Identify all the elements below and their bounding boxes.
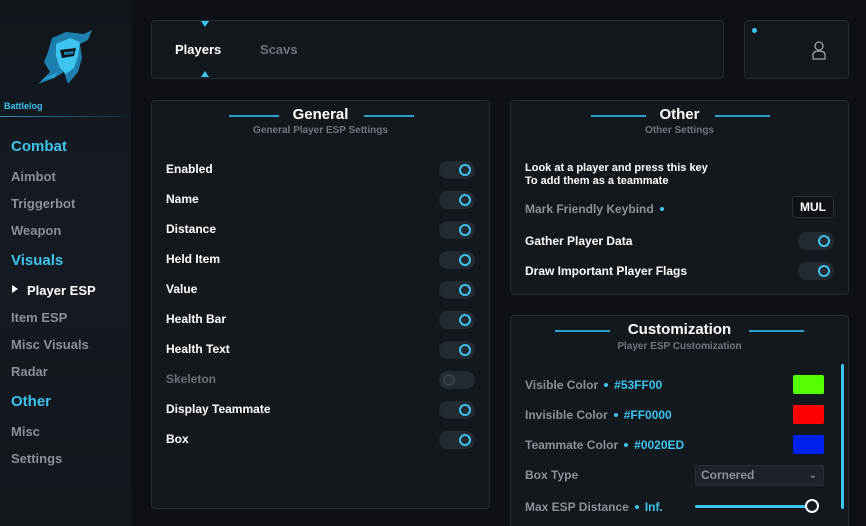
nav-item-player-esp[interactable]: Player ESP (27, 283, 96, 298)
invisible-color-row: Invisible Color #FF0000 (525, 408, 672, 422)
chevron-down-icon: ⌄ (808, 470, 817, 481)
teammate-color-label: Teammate Color (525, 438, 619, 452)
dot-icon (659, 206, 664, 211)
held-item-label: Held Item (166, 252, 221, 266)
general-title: General (292, 106, 349, 123)
draw-flags-toggle[interactable] (798, 262, 834, 280)
nav-item-weapon[interactable]: Weapon (11, 223, 61, 238)
teammate-color-swatch[interactable] (793, 435, 824, 454)
tab-players[interactable]: Players (175, 42, 221, 57)
skeleton-label: Skeleton (166, 372, 217, 386)
brand-label: Battlelog (4, 101, 43, 111)
teammate-color-row: Teammate Color #0020ED (525, 438, 684, 452)
enabled-toggle[interactable] (439, 161, 475, 179)
box-toggle[interactable] (439, 431, 475, 449)
invisible-color-label: Invisible Color (525, 408, 608, 422)
general-panel: General General Player ESP Settings Enab… (151, 100, 490, 509)
dot-icon (634, 504, 639, 509)
health-text-label: Health Text (166, 342, 230, 356)
invisible-color-swatch[interactable] (793, 405, 824, 424)
scrollbar[interactable] (841, 364, 844, 509)
box-type-select[interactable]: Cornered ⌄ (695, 465, 824, 486)
visible-color-row: Visible Color #53FF00 (525, 378, 662, 392)
note-line-1: Look at a player and press this key (525, 162, 708, 174)
tab-scavs[interactable]: Scavs (260, 42, 298, 57)
tab-indicator-top-icon (201, 21, 209, 27)
active-arrow-icon (12, 285, 18, 293)
visible-color-hex: #53FF00 (614, 378, 663, 392)
title-line-right (364, 115, 414, 117)
max-distance-value: Inf. (644, 500, 663, 514)
gather-player-data-toggle[interactable] (798, 232, 834, 250)
customization-panel: Customization Player ESP Customization V… (510, 315, 849, 526)
user-icon[interactable] (812, 40, 826, 60)
visible-color-label: Visible Color (525, 378, 599, 392)
brand-divider (0, 116, 131, 117)
keybind-row: Mark Friendly Keybind (525, 202, 670, 216)
name-toggle[interactable] (439, 191, 475, 209)
sidebar: Battlelog Combat Aimbot Triggerbot Weapo… (0, 0, 131, 526)
teammate-color-hex: #0020ED (634, 438, 685, 452)
box-type-label: Box Type (525, 468, 579, 482)
nav-section-combat: Combat (11, 138, 67, 155)
keybind-button[interactable]: MUL (792, 196, 834, 218)
nav-item-misc-visuals[interactable]: Misc Visuals (11, 337, 89, 352)
gather-player-data-label: Gather Player Data (525, 234, 633, 248)
value-toggle[interactable] (439, 281, 475, 299)
health-bar-label: Health Bar (166, 312, 227, 326)
nav-item-settings[interactable]: Settings (11, 451, 62, 466)
dot-icon (624, 442, 629, 447)
draw-flags-label: Draw Important Player Flags (525, 264, 688, 278)
user-box (744, 20, 849, 79)
status-dot (752, 28, 757, 33)
nav-section-other: Other (11, 393, 52, 410)
distance-toggle[interactable] (439, 221, 475, 239)
nav-section-visuals: Visuals (11, 252, 64, 269)
distance-label: Distance (166, 222, 217, 236)
tab-indicator-bottom-icon (201, 71, 209, 77)
held-item-toggle[interactable] (439, 251, 475, 269)
max-distance-label: Max ESP Distance (525, 500, 629, 514)
nav-item-aimbot[interactable]: Aimbot (11, 169, 56, 184)
skeleton-toggle[interactable] (439, 371, 475, 389)
nav-item-triggerbot[interactable]: Triggerbot (11, 196, 75, 211)
note-line-2: To add them as a teammate (525, 175, 669, 187)
name-label: Name (166, 192, 199, 206)
dot-icon (604, 382, 609, 387)
display-teammate-toggle[interactable] (439, 401, 475, 419)
display-teammate-label: Display Teammate (166, 402, 271, 416)
invisible-color-hex: #FF0000 (623, 408, 672, 422)
customization-subtitle: Player ESP Customization (617, 341, 742, 352)
max-distance-slider-track[interactable] (695, 505, 811, 508)
max-distance-row: Max ESP Distance Inf. (525, 500, 663, 514)
title-line-right (749, 330, 804, 332)
knight-logo-icon (38, 30, 92, 84)
other-subtitle: Other Settings (645, 125, 714, 136)
nav-item-misc[interactable]: Misc (11, 424, 40, 439)
dot-icon (613, 412, 618, 417)
tab-bar: Players Scavs (151, 20, 724, 79)
max-distance-slider-knob[interactable] (805, 499, 819, 513)
other-panel: Other Other Settings Look at a player an… (510, 100, 849, 295)
other-title: Other (659, 106, 700, 123)
general-subtitle: General Player ESP Settings (253, 125, 388, 136)
title-line-right (715, 115, 770, 117)
health-bar-toggle[interactable] (439, 311, 475, 329)
box-type-value: Cornered (701, 468, 755, 482)
keybind-label: Mark Friendly Keybind (525, 202, 654, 216)
nav-item-item-esp[interactable]: Item ESP (11, 310, 67, 325)
health-text-toggle[interactable] (439, 341, 475, 359)
enabled-label: Enabled (166, 162, 213, 176)
box-label: Box (166, 432, 189, 446)
visible-color-swatch[interactable] (793, 375, 824, 394)
nav-item-radar[interactable]: Radar (11, 364, 48, 379)
value-label: Value (166, 282, 198, 296)
